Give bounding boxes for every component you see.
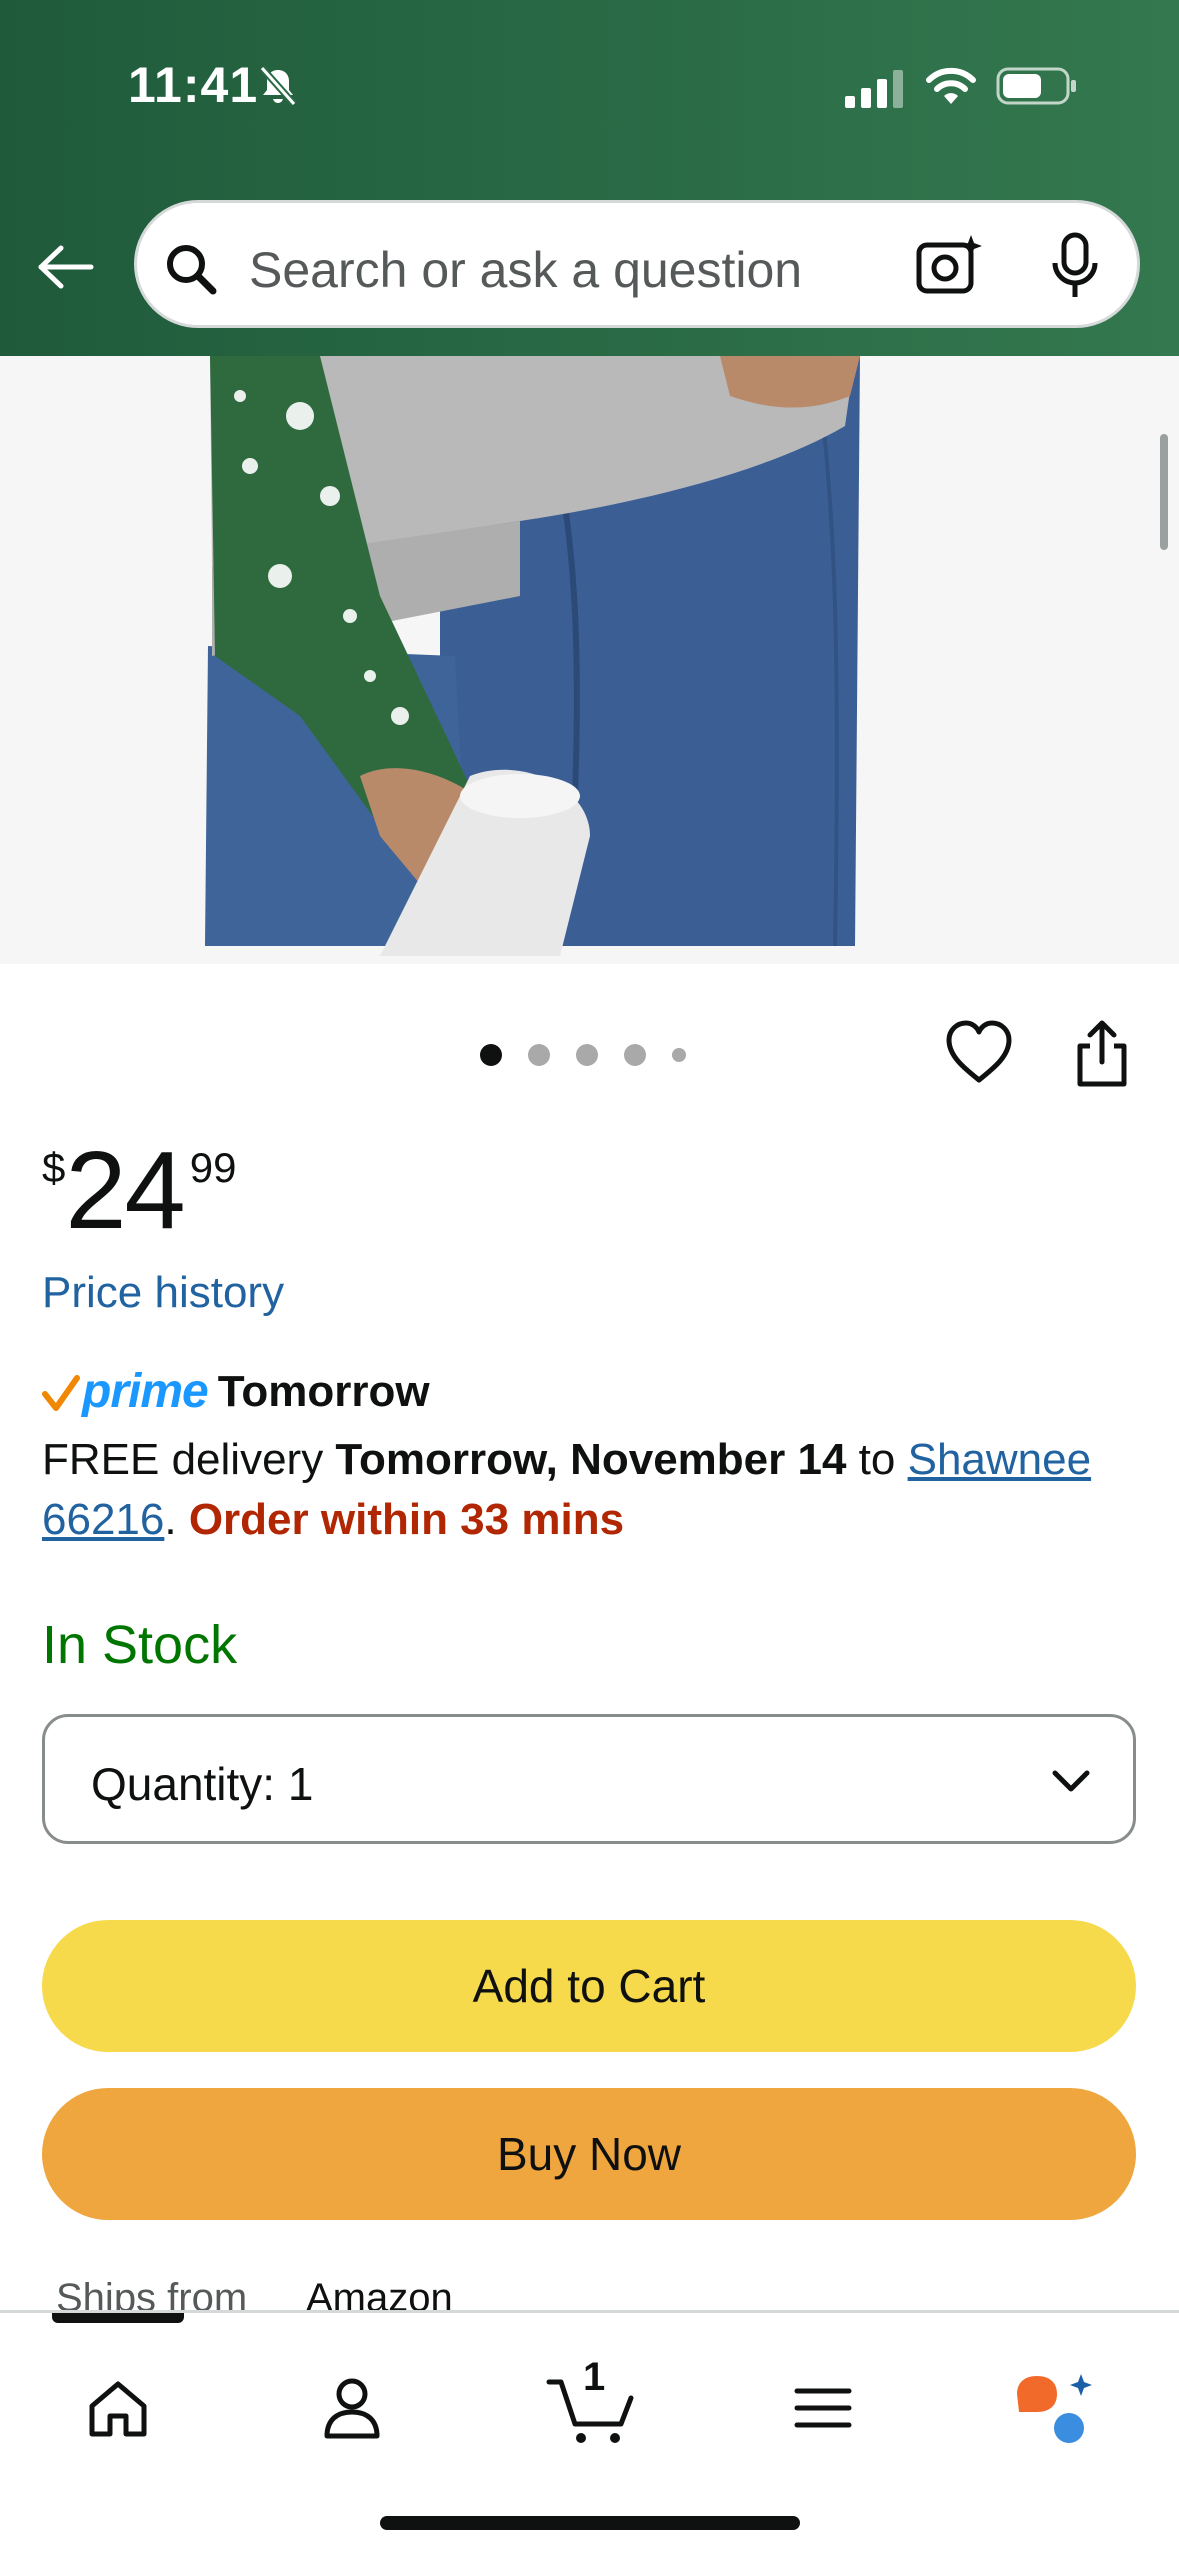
nav-account[interactable] [297,2353,407,2463]
pagination-dot[interactable] [576,1044,598,1066]
add-to-cart-button[interactable]: Add to Cart [42,1920,1136,2052]
pagination-dot[interactable] [624,1044,646,1066]
product-image[interactable] [0,356,1179,964]
quantity-label: Quantity: 1 [91,1757,313,1811]
share-icon[interactable] [1072,1018,1132,1090]
quantity-select[interactable]: Quantity: 1 [42,1714,1136,1844]
home-icon [89,2381,147,2437]
active-tab-indicator [52,2313,184,2323]
cellular-signal-icon [845,70,903,108]
search-bar[interactable]: Search or ask a question [134,200,1140,328]
status-time: 11:41 [128,57,259,113]
quantity-label-text: Quantity: [91,1758,276,1810]
wifi-icon [926,67,976,104]
delivery-prefix: FREE delivery [42,1435,324,1484]
stock-status: In Stock [42,1615,238,1675]
image-pagination-dots[interactable] [480,1040,686,1070]
account-icon [324,2378,380,2439]
price-fraction: 99 [189,1144,237,1191]
cart-count-badge: 1 [583,2355,606,2399]
prime-delivery-label: Tomorrow [217,1366,430,1416]
camera-search-icon[interactable] [915,233,983,297]
quantity-value: 1 [287,1758,314,1810]
prime-badge: prime Tomorrow [42,1364,430,1419]
search-input[interactable]: Search or ask a question [249,241,802,299]
battery-icon [996,67,1076,105]
order-within-text: Order within 33 mins [188,1495,625,1544]
home-indicator[interactable] [380,2516,800,2530]
menu-icon [794,2388,852,2428]
back-button[interactable] [30,232,100,302]
product-price: $ 24 99 [42,1136,236,1246]
rufus-ai-icon [1017,2374,1092,2443]
scroll-indicator[interactable] [1160,434,1168,550]
delivery-to: to [858,1435,896,1484]
buy-now-button[interactable]: Buy Now [42,2088,1136,2220]
prime-check-icon [42,1374,80,1411]
search-icon [167,245,217,295]
bell-off-icon [259,65,297,107]
microphone-icon[interactable] [1049,231,1101,301]
product-detail-page: 11:41 Search or ask a question $ 24 99 P… [0,0,1179,2556]
nav-cart[interactable]: 1 [535,2353,645,2463]
back-arrow-icon [38,245,94,289]
chevron-down-icon [1052,1770,1090,1792]
pagination-dot[interactable] [672,1048,686,1062]
price-currency: $ [42,1144,66,1191]
nav-rufus[interactable] [1000,2353,1110,2463]
nav-home[interactable] [63,2353,173,2463]
heart-icon[interactable] [944,1018,1014,1088]
pagination-dot[interactable] [528,1044,550,1066]
delivery-date: Tomorrow, November 14 [335,1435,847,1484]
product-photo [0,356,1179,964]
pagination-dot[interactable] [480,1044,502,1066]
price-whole: 24 [65,1129,185,1252]
delivery-info: FREE delivery Tomorrow, November 14 to S… [42,1430,1142,1550]
price-history-link[interactable]: Price history [42,1268,284,1318]
prime-logo-text: prime [82,1365,209,1418]
delivery-period: . [164,1495,177,1544]
nav-menu[interactable] [768,2353,878,2463]
app-header: 11:41 Search or ask a question [0,0,1179,356]
